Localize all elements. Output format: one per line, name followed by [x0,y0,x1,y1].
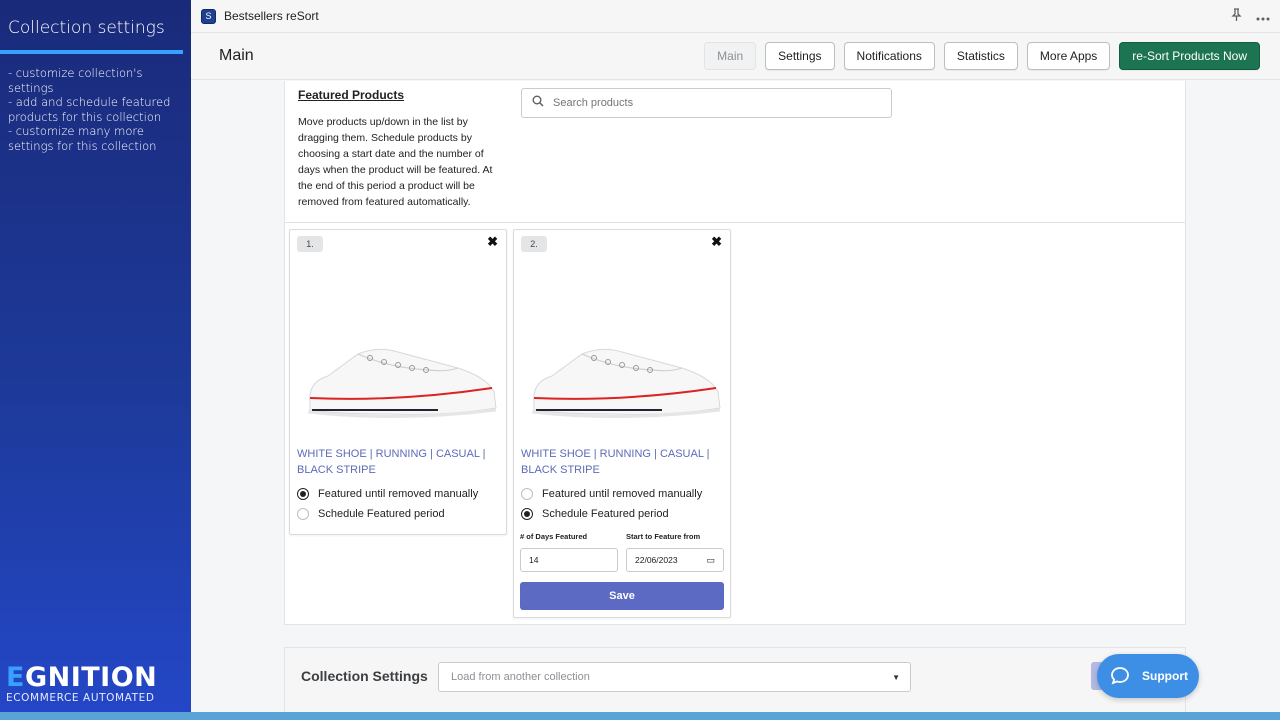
support-button[interactable]: Support [1097,654,1199,698]
featured-title: Featured Products [298,88,405,102]
egnition-logo: EGNITION [6,662,158,693]
promo-panel: Collection settings - customize collecti… [0,0,191,720]
resort-products-button[interactable]: re-Sort Products Now [1119,42,1260,70]
product-position: 2. [521,236,547,252]
product-search[interactable] [521,88,892,118]
remove-product-icon[interactable]: ✖ [487,234,498,250]
page-title: Main [219,47,254,64]
load-collection-select[interactable]: Load from another collection ▼ [438,662,911,692]
featured-product-card[interactable]: 2. ✖ WHITE SHOE | RUNNING | CASUAL | BLA… [513,229,731,618]
radio-button[interactable] [521,508,533,520]
settings-button[interactable]: Settings [765,42,835,70]
section-divider [285,222,1185,223]
product-image [307,348,497,419]
radio-button[interactable] [297,488,309,500]
promo-title: Collection settings [8,18,165,38]
promo-features: - customize collection's settings - add … [0,54,191,165]
calendar-icon[interactable]: ▭ [706,555,715,566]
featured-description: Move products up/down in the list by dra… [298,116,493,208]
featured-products-card: Featured Products Move products up/down … [284,81,1186,625]
product-image [531,348,721,419]
start-date-input[interactable]: 22/06/2023 ▭ [626,548,724,572]
radio-button[interactable] [297,508,309,520]
dropdown-caret-icon: ▼ [892,672,900,682]
app-window: S Bestsellers reSort Main Main Settings … [191,0,1280,712]
start-date-label: Start to Feature from [626,532,701,541]
promo-tagline: ECOMMERCE AUTOMATED [6,692,155,704]
radio-button[interactable] [521,488,533,500]
option-featured-manual[interactable]: Featured until removed manually [521,488,702,500]
app-icon: S [201,8,216,24]
app-name: Bestsellers reSort [224,9,319,23]
page-header: Main Main Settings Notifications Statist… [191,33,1280,80]
save-button[interactable]: Save [520,582,724,610]
promo-feature-line: - customize collection's settings [8,66,143,95]
notifications-button[interactable]: Notifications [843,42,935,70]
featured-product-card[interactable]: 1. ✖ WHITE SHOE | RUNNING | CASUAL | BLA… [289,229,507,535]
pin-icon[interactable] [1231,8,1242,24]
collection-settings-card: Collection Settings Load from another co… [284,647,1186,712]
product-name-link[interactable]: WHITE SHOE | RUNNING | CASUAL | BLACK ST… [297,446,497,478]
product-position: 1. [297,236,323,252]
more-options-icon[interactable] [1256,9,1270,24]
app-titlebar: S Bestsellers reSort [191,0,1280,33]
option-featured-manual[interactable]: Featured until removed manually [297,488,478,500]
promo-feature-line: - add and schedule featured products for… [8,95,171,124]
main-content: Featured Products Move products up/down … [191,81,1280,712]
search-input[interactable] [553,97,853,109]
more-apps-button[interactable]: More Apps [1026,42,1111,70]
option-schedule-period[interactable]: Schedule Featured period [297,508,445,520]
statistics-button[interactable]: Statistics [943,42,1018,70]
featured-info: Featured Products Move products up/down … [298,88,503,210]
days-featured-label: # of Days Featured [520,532,588,541]
option-schedule-period[interactable]: Schedule Featured period [521,508,669,520]
chat-bubble-icon [1111,667,1129,685]
bottom-bar [0,712,1280,720]
top-nav: Main Settings Notifications Statistics M… [704,42,1260,70]
days-featured-input[interactable]: 14 [520,548,618,572]
main-button[interactable]: Main [704,42,757,70]
search-icon [532,94,553,112]
collection-settings-title: Collection Settings [301,668,428,684]
product-name-link[interactable]: WHITE SHOE | RUNNING | CASUAL | BLACK ST… [521,446,721,478]
remove-product-icon[interactable]: ✖ [711,234,722,250]
promo-feature-line: - customize many more settings for this … [8,124,157,153]
